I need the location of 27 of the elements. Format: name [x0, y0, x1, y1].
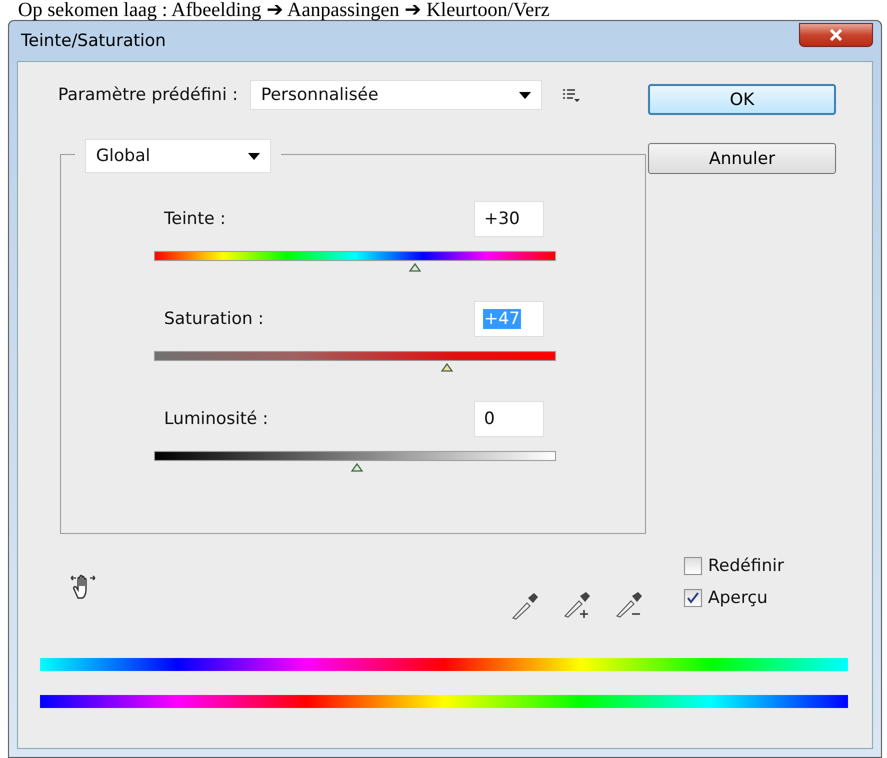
slider-thumb[interactable]: [440, 363, 454, 373]
checkbox[interactable]: [684, 589, 702, 607]
close-icon: [829, 29, 843, 41]
window-title: Teinte/Saturation: [21, 31, 166, 51]
eyedropper-icon[interactable]: [510, 592, 540, 620]
preset-label: Paramètre prédéfini :: [58, 85, 238, 105]
caret-icon: [518, 92, 531, 98]
eyedropper-minus-icon[interactable]: [614, 592, 644, 620]
checkbox-label: Redéfinir: [708, 556, 784, 576]
caret-icon: [248, 152, 260, 160]
list-menu-icon[interactable]: [562, 88, 580, 102]
eyedropper-plus-icon[interactable]: [562, 592, 592, 620]
close-button[interactable]: [799, 23, 873, 47]
slider-thumb[interactable]: [408, 263, 422, 273]
preset-dropdown[interactable]: Personnalisée: [250, 80, 542, 110]
checkbox[interactable]: [684, 557, 702, 575]
value-field[interactable]: 0: [474, 401, 544, 437]
hand-tool-icon[interactable]: [70, 574, 96, 600]
checkbox-label: Aperçu: [708, 588, 768, 608]
cancel-button[interactable]: Annuler: [648, 143, 836, 174]
slider-label: Teinte :: [164, 209, 226, 229]
caption-text: Op sekomen laag : Afbeelding ➔ Aanpassingen ➔ Kleurtoon/Verz: [18, 0, 551, 20]
slider-thumb[interactable]: [350, 463, 364, 473]
ok-button[interactable]: OK: [648, 84, 836, 115]
value-field[interactable]: +30: [474, 201, 544, 237]
slider-label: Luminosité :: [164, 409, 268, 429]
slider-label: Saturation :: [164, 309, 264, 329]
